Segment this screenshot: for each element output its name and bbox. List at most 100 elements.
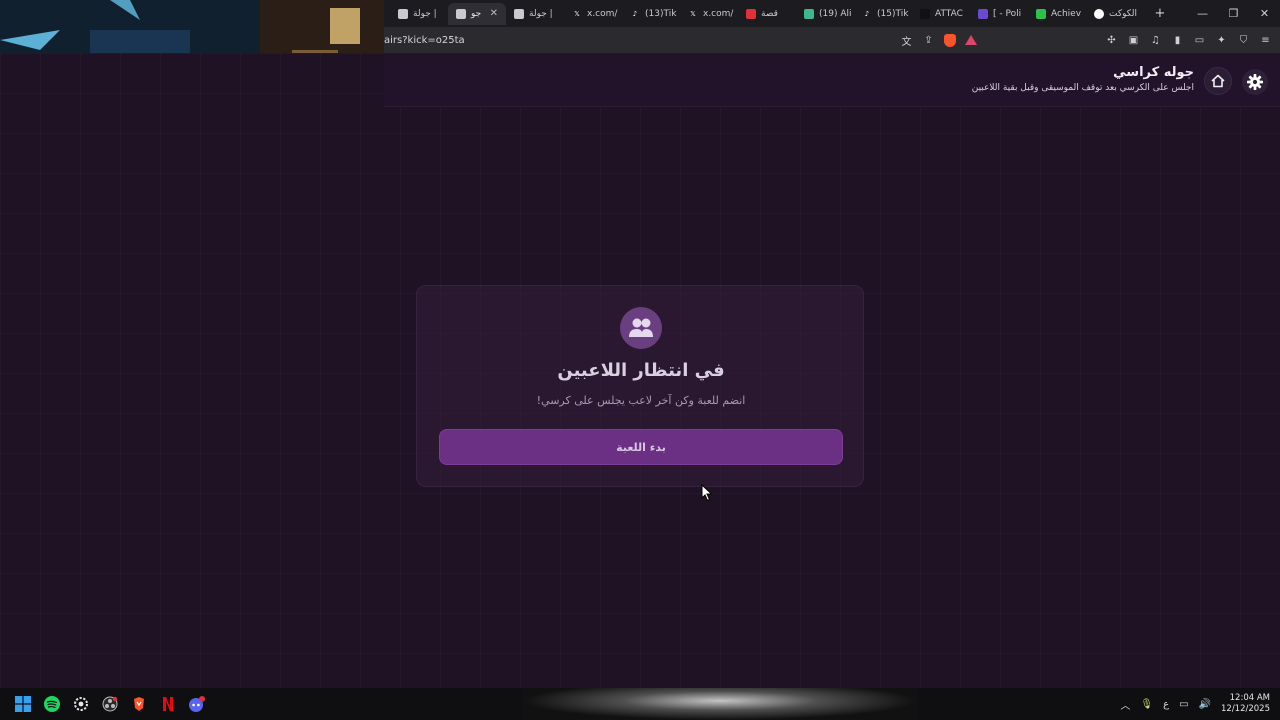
browser-tab[interactable]: ATTAC <box>912 3 970 25</box>
discord-taskbar-button[interactable] <box>182 688 211 720</box>
system-tray: ︿ 🎙 ع ▭ 🔊 12:04 AM 12/12/2025 <box>1120 688 1280 720</box>
vpn-icon[interactable]: ⛉ <box>1237 34 1250 47</box>
netflix-taskbar-button[interactable] <box>153 688 182 720</box>
spotify-icon <box>43 696 60 712</box>
tab-label: [ - Poli <box>993 8 1022 19</box>
tab-favicon-icon <box>1036 8 1046 19</box>
window-controls: — ❐ ✕ <box>1187 7 1280 20</box>
screenshot-icon[interactable]: ▣ <box>1127 34 1140 47</box>
settings-button[interactable] <box>1242 69 1268 95</box>
browser-tab[interactable]: Achiev <box>1028 3 1086 25</box>
page-subtitle: اجلس على الكرسي بعد توقف الموسيقى وقبل ب… <box>971 83 1194 93</box>
start-button[interactable] <box>8 688 37 720</box>
browser-tab[interactable]: 𝕏x.com/ <box>564 3 622 25</box>
x-logo-icon: 𝕏 <box>690 9 696 18</box>
taskbar-wallpaper-preview <box>522 688 918 720</box>
new-tab-button[interactable]: + <box>1150 6 1170 21</box>
obs-icon <box>102 696 117 712</box>
url-field[interactable]: airs?kick=o25ta <box>384 35 884 46</box>
browser-tab[interactable]: (19) Ali <box>796 3 854 25</box>
tiktok-icon: ♪ <box>864 9 870 18</box>
tab-label: جو <box>471 8 482 19</box>
network-icon[interactable]: ▭ <box>1179 699 1188 710</box>
browser-tab[interactable]: ♪ (15)Tik <box>854 3 912 25</box>
extensions-icon[interactable]: ✣ <box>1105 34 1118 47</box>
tab-favicon-icon <box>514 8 524 19</box>
browser-tab-active[interactable]: جو ✕ <box>448 2 506 25</box>
game-header: جوله كراسي اجلس على الكرسي بعد توقف المو… <box>384 53 1280 107</box>
browser-tab[interactable]: جولة | <box>506 3 564 25</box>
share-icon[interactable]: ⇪ <box>922 34 935 47</box>
close-window-icon[interactable]: ✕ <box>1249 7 1280 20</box>
clock-time: 12:04 AM <box>1229 693 1270 703</box>
tab-label: جولة | <box>413 8 437 19</box>
netflix-icon <box>162 697 173 711</box>
minimize-icon[interactable]: — <box>1187 7 1218 20</box>
tab-favicon-icon <box>1094 8 1104 19</box>
windows-logo-icon <box>14 696 31 712</box>
wallet-icon[interactable]: ▭ <box>1193 34 1206 47</box>
tiktok-icon: ♪ <box>632 9 638 18</box>
game-page: جوله كراسي اجلس على الكرسي بعد توقف المو… <box>0 53 1280 688</box>
brave-rewards-icon[interactable] <box>965 35 977 45</box>
leo-ai-icon[interactable]: ✦ <box>1215 34 1228 47</box>
browser-tab[interactable]: ♪ (13)Tik <box>622 3 680 25</box>
tab-label: x.com/ <box>703 8 734 19</box>
home-button[interactable] <box>1204 67 1232 95</box>
media-icon[interactable]: ♫ <box>1149 34 1162 47</box>
page-title: جوله كراسي <box>1113 65 1194 80</box>
users-glyph <box>629 318 653 337</box>
restore-icon[interactable]: ❐ <box>1218 7 1249 20</box>
tab-label: ATTAC <box>935 8 963 19</box>
taskbar-clock[interactable]: 12:04 AM 12/12/2025 <box>1221 693 1270 715</box>
browser-tab[interactable]: جولة | <box>390 3 448 25</box>
address-bar: airs?kick=o25ta 文 ⇪ ✣ ▣ ♫ ▮ ▭ ✦ ⛉ ≡ <box>384 27 1280 53</box>
tab-favicon-icon <box>804 8 814 19</box>
windows-taskbar: ︿ 🎙 ع ▭ 🔊 12:04 AM 12/12/2025 <box>0 688 1280 720</box>
tab-favicon-icon <box>978 8 988 19</box>
menu-icon[interactable]: ≡ <box>1259 34 1272 47</box>
steam-taskbar-button[interactable] <box>66 688 95 720</box>
gear-icon <box>1247 74 1263 90</box>
tab-label: Achiev <box>1051 8 1082 19</box>
tab-label: (19) Ali <box>819 8 852 19</box>
tab-favicon-icon <box>920 8 930 19</box>
waiting-title: في انتظار اللاعبين <box>557 360 725 381</box>
brave-taskbar-button[interactable] <box>124 688 153 720</box>
chevron-up-icon[interactable]: ︿ <box>1120 697 1130 712</box>
browser-tab[interactable]: [ - Poli <box>970 3 1028 25</box>
volume-icon[interactable]: 🔊 <box>1199 699 1211 710</box>
tab-label: جولة | <box>529 8 553 19</box>
discord-icon <box>188 696 205 712</box>
waiting-subtitle: انضم للعبة وكن آخر لاعب يجلس على كرسي! <box>536 394 746 407</box>
browser-tab-bar: جولة | جو ✕ جولة | 𝕏x.com/ ♪ (13)Tik 𝕏x.co… <box>384 0 1280 27</box>
settings-cog-icon <box>73 697 88 711</box>
taskbar-apps <box>0 688 211 720</box>
home-icon <box>1211 74 1225 88</box>
address-bar-icons: 文 ⇪ ✣ ▣ ♫ ▮ ▭ ✦ ⛉ ≡ <box>900 33 1280 48</box>
tab-favicon-icon <box>398 8 408 19</box>
tab-label: (15)Tik <box>877 8 909 19</box>
input-language[interactable]: ع <box>1163 699 1169 710</box>
translate-icon[interactable]: 文 <box>900 34 913 48</box>
x-logo-icon: 𝕏 <box>574 9 580 18</box>
close-tab-icon[interactable]: ✕ <box>490 8 498 19</box>
brave-icon <box>133 697 144 711</box>
tab-label: x.com/ <box>587 8 618 19</box>
tab-label: (13)Tik <box>645 8 677 19</box>
obs-taskbar-button[interactable] <box>95 688 124 720</box>
browser-tab[interactable]: الكوكت <box>1086 3 1144 25</box>
tab-favicon-icon <box>456 8 466 19</box>
sidebar-icon[interactable]: ▮ <box>1171 34 1184 47</box>
brave-shields-icon[interactable] <box>944 33 956 47</box>
spotify-taskbar-button[interactable] <box>37 688 66 720</box>
tab-favicon-icon <box>746 8 756 19</box>
browser-tab[interactable]: قصة <box>738 3 796 25</box>
players-icon <box>620 307 662 349</box>
mouse-cursor-icon <box>701 484 713 502</box>
tab-label: قصة <box>761 8 778 19</box>
start-game-button[interactable]: بدء اللعبة <box>439 429 843 465</box>
microphone-icon[interactable]: 🎙 <box>1140 699 1153 710</box>
clock-date: 12/12/2025 <box>1221 704 1270 714</box>
browser-tab[interactable]: 𝕏x.com/ <box>680 3 738 25</box>
